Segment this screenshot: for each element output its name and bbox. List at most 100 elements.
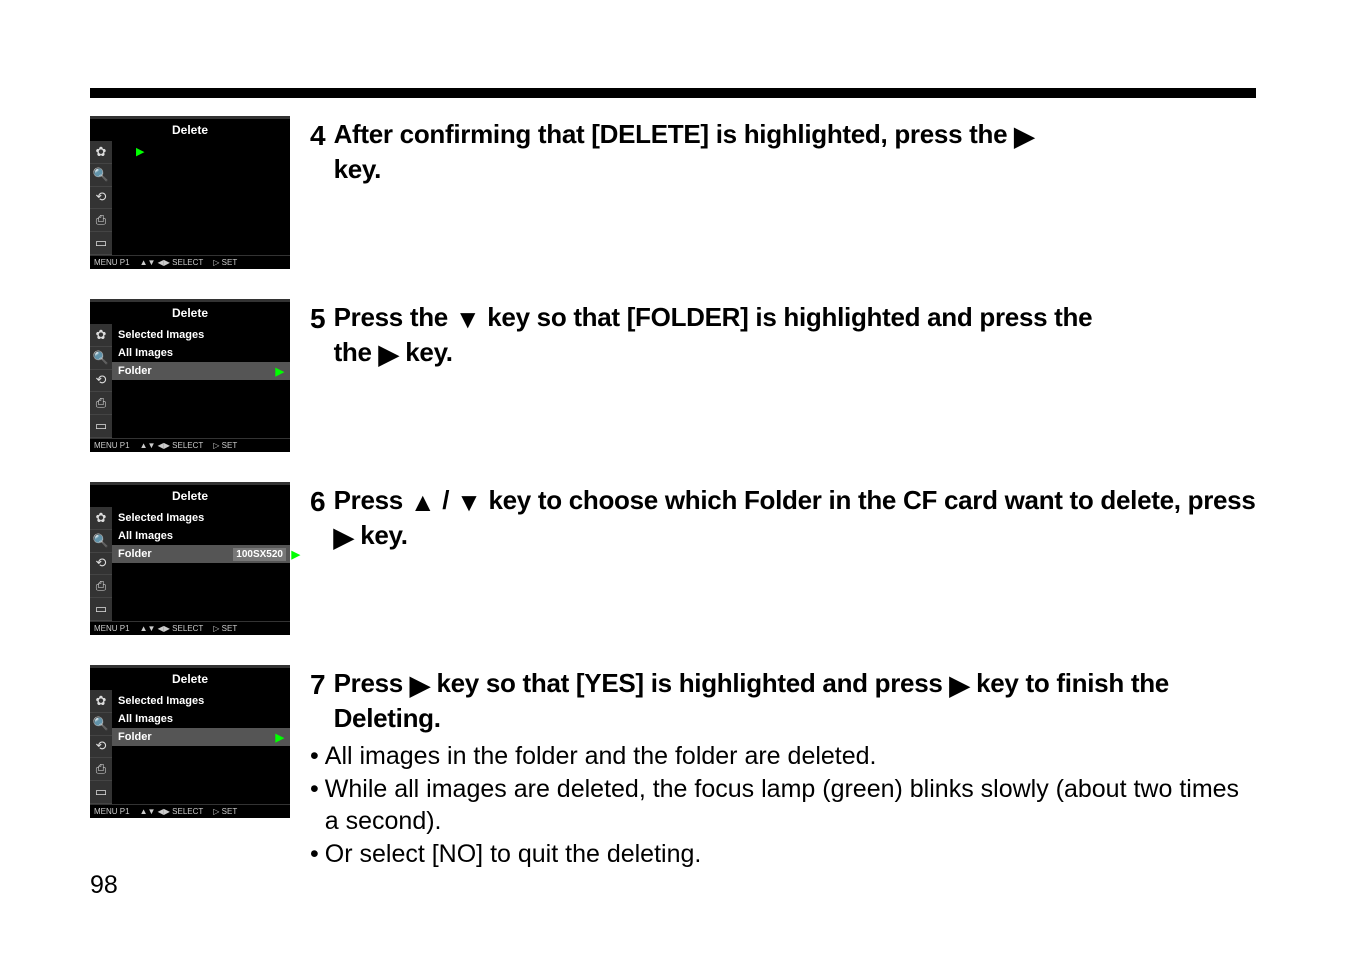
row-step-4: Delete ✿ 🔍 ⟲ ⎙ ▭ ▶ MENU P1 ▲▼ ◀▶ SELECT … xyxy=(90,116,1256,269)
step-5-text: 5 Press the ▼ key so that [FOLDER] is hi… xyxy=(310,299,1256,370)
screen-footer: MENU P1 ▲▼ ◀▶ SELECT ▷ SET xyxy=(90,621,290,635)
list-item: All Images xyxy=(112,344,290,362)
right-arrow-icon: ▶ xyxy=(276,731,284,744)
folder-icon: ▭ xyxy=(90,598,112,621)
triangle-up-icon: ▲ xyxy=(410,486,435,519)
list-item-highlighted: Folder ▶ xyxy=(112,362,290,380)
footer-menu: MENU P1 xyxy=(94,624,130,633)
screen-footer: MENU P1 ▲▼ ◀▶ SELECT ▷ SET xyxy=(90,438,290,452)
footer-select: ▲▼ ◀▶ SELECT xyxy=(140,624,204,633)
screen-title: Delete xyxy=(90,302,290,324)
folder-icon: ▭ xyxy=(90,415,112,438)
footer-set: ▷ SET xyxy=(213,441,237,450)
screen-title: Delete xyxy=(90,485,290,507)
camera-screen-delete-folder: Delete ✿ 🔍 ⟲ ⎙ ▭ Selected Images All Ima… xyxy=(90,299,290,452)
footer-select: ▲▼ ◀▶ SELECT xyxy=(140,807,204,816)
bullet-dot: • xyxy=(310,838,319,871)
step-7-text: 7 Press ▶ key so that [YES] is highlight… xyxy=(310,665,1256,870)
camera-screen-delete-folder-2: Delete ✿ 🔍 ⟲ ⎙ ▭ Selected Images All Ima… xyxy=(90,665,290,818)
bullet-dot: • xyxy=(310,740,319,773)
bullet-text: While all images are deleted, the focus … xyxy=(325,773,1256,838)
right-arrow-icon: ▶ xyxy=(136,145,144,158)
rotate-icon: ⟲ xyxy=(90,736,112,759)
screen-main: Selected Images All Images Folder 100SX5… xyxy=(112,507,290,621)
footer-set: ▷ SET xyxy=(213,258,237,267)
list-item-highlighted: Folder 100SX520 ▶ xyxy=(112,545,290,563)
row-step-7: Delete ✿ 🔍 ⟲ ⎙ ▭ Selected Images All Ima… xyxy=(90,665,1256,870)
screen-title: Delete xyxy=(90,119,290,141)
palette-icon: ✿ xyxy=(90,324,112,347)
print-icon: ⎙ xyxy=(90,575,112,598)
row-step-5: Delete ✿ 🔍 ⟲ ⎙ ▭ Selected Images All Ima… xyxy=(90,299,1256,452)
magnify-icon: 🔍 xyxy=(90,164,112,187)
step-heading: After confirming that [DELETE] is highli… xyxy=(334,118,1034,185)
footer-select: ▲▼ ◀▶ SELECT xyxy=(140,441,204,450)
screen-main: ▶ xyxy=(112,141,290,255)
top-rule xyxy=(90,88,1256,98)
folder-icon: ▭ xyxy=(90,232,112,255)
triangle-right-icon: ▶ xyxy=(410,669,430,702)
step-number: 6 xyxy=(310,484,326,553)
footer-select: ▲▼ ◀▶ SELECT xyxy=(140,258,204,267)
step-number: 5 xyxy=(310,301,326,370)
footer-menu: MENU P1 xyxy=(94,441,130,450)
rotate-icon: ⟲ xyxy=(90,553,112,576)
list-item: Selected Images xyxy=(112,509,290,527)
rotate-icon: ⟲ xyxy=(90,370,112,393)
print-icon: ⎙ xyxy=(90,392,112,415)
footer-set: ▷ SET xyxy=(213,807,237,816)
list-item: All Images xyxy=(112,710,290,728)
step-number: 4 xyxy=(310,118,326,185)
triangle-right-icon: ▶ xyxy=(334,521,354,554)
page-number: 98 xyxy=(90,871,118,900)
triangle-down-icon: ▼ xyxy=(456,486,481,519)
footer-set: ▷ SET xyxy=(213,624,237,633)
list-item: Selected Images xyxy=(112,692,290,710)
print-icon: ⎙ xyxy=(90,758,112,781)
step-number: 7 xyxy=(310,667,326,734)
list-item: All Images xyxy=(112,527,290,545)
step-heading: Press ▶ key so that [YES] is highlighted… xyxy=(334,667,1256,734)
triangle-right-icon: ▶ xyxy=(1014,120,1034,153)
screen-footer: MENU P1 ▲▼ ◀▶ SELECT ▷ SET xyxy=(90,804,290,818)
page-content: Delete ✿ 🔍 ⟲ ⎙ ▭ ▶ MENU P1 ▲▼ ◀▶ SELECT … xyxy=(90,116,1256,870)
triangle-down-icon: ▼ xyxy=(455,303,480,336)
step-heading: Press ▲ / ▼ key to choose which Folder i… xyxy=(334,484,1256,553)
bullet-dot: • xyxy=(310,773,319,838)
step-4-text: 4 After confirming that [DELETE] is high… xyxy=(310,116,1256,185)
bullet-text: Or select [NO] to quit the deleting. xyxy=(325,838,702,871)
footer-menu: MENU P1 xyxy=(94,807,130,816)
step-heading: Press the ▼ key so that [FOLDER] is high… xyxy=(334,301,1093,370)
list-item: Selected Images xyxy=(112,326,290,344)
step-6-text: 6 Press ▲ / ▼ key to choose which Folder… xyxy=(310,482,1256,553)
magnify-icon: 🔍 xyxy=(90,347,112,370)
screen-sidebar: ✿ 🔍 ⟲ ⎙ ▭ xyxy=(90,324,112,438)
list-item-highlighted: Folder ▶ xyxy=(112,728,290,746)
screen-sidebar: ✿ 🔍 ⟲ ⎙ ▭ xyxy=(90,507,112,621)
magnify-icon: 🔍 xyxy=(90,530,112,553)
folder-icon: ▭ xyxy=(90,781,112,804)
magnify-icon: 🔍 xyxy=(90,713,112,736)
rotate-icon: ⟲ xyxy=(90,187,112,210)
footer-menu: MENU P1 xyxy=(94,258,130,267)
palette-icon: ✿ xyxy=(90,507,112,530)
bullet-text: All images in the folder and the folder … xyxy=(325,740,877,773)
screen-title: Delete xyxy=(90,668,290,690)
step-7-bullets: •All images in the folder and the folder… xyxy=(310,740,1256,870)
palette-icon: ✿ xyxy=(90,141,112,164)
right-arrow-icon: ▶ xyxy=(292,548,300,561)
print-icon: ⎙ xyxy=(90,209,112,232)
row-step-6: Delete ✿ 🔍 ⟲ ⎙ ▭ Selected Images All Ima… xyxy=(90,482,1256,635)
right-arrow-icon: ▶ xyxy=(276,365,284,378)
screen-main: Selected Images All Images Folder ▶ xyxy=(112,324,290,438)
triangle-right-icon: ▶ xyxy=(949,669,969,702)
triangle-right-icon: ▶ xyxy=(379,338,399,371)
folder-value: 100SX520 xyxy=(233,548,286,561)
screen-sidebar: ✿ 🔍 ⟲ ⎙ ▭ xyxy=(90,141,112,255)
camera-screen-delete-empty: Delete ✿ 🔍 ⟲ ⎙ ▭ ▶ MENU P1 ▲▼ ◀▶ SELECT … xyxy=(90,116,290,269)
screen-sidebar: ✿ 🔍 ⟲ ⎙ ▭ xyxy=(90,690,112,804)
screen-footer: MENU P1 ▲▼ ◀▶ SELECT ▷ SET xyxy=(90,255,290,269)
screen-main: Selected Images All Images Folder ▶ xyxy=(112,690,290,804)
camera-screen-delete-folder-value: Delete ✿ 🔍 ⟲ ⎙ ▭ Selected Images All Ima… xyxy=(90,482,290,635)
palette-icon: ✿ xyxy=(90,690,112,713)
